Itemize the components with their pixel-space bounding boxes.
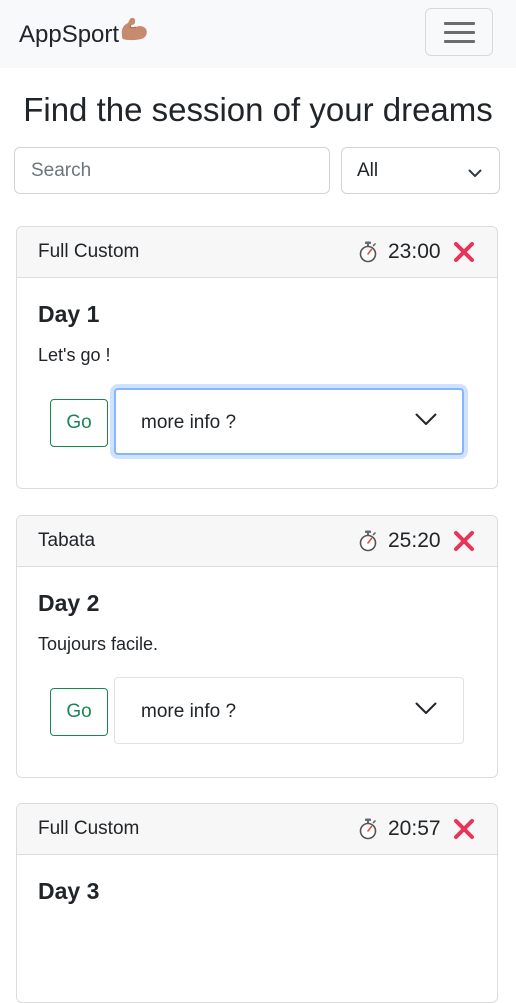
page-title: Find the session of your dreams [23, 91, 493, 128]
session-duration: 23:00 [388, 240, 441, 263]
more-info-dropdown[interactable]: more info ? [114, 677, 464, 744]
chevron-down-icon [415, 413, 437, 431]
session-description: Toujours facile. [38, 634, 159, 654]
filter-selected-value: All [357, 160, 379, 181]
stopwatch-icon [358, 818, 378, 845]
session-description: Let's go ! [38, 345, 111, 365]
session-title: Day 1 [38, 301, 100, 327]
chevron-down-icon [468, 165, 482, 183]
search-input[interactable] [14, 147, 330, 194]
brand-name: AppSport [19, 21, 120, 48]
flexed-biceps-icon [120, 17, 148, 49]
more-info-label: more info ? [141, 701, 237, 722]
session-type: Full Custom [38, 241, 140, 262]
card-header: Full Custom 20:57 [17, 804, 497, 855]
card-header: Tabata 25:20 [17, 516, 497, 567]
session-card: Tabata 25:20 Day 2 Toujours facile. Go m… [16, 515, 498, 778]
go-button[interactable]: Go [50, 688, 108, 736]
chevron-down-icon [415, 702, 437, 720]
brand-link[interactable]: AppSport [19, 17, 148, 50]
card-header: Full Custom 23:00 [17, 227, 497, 278]
more-info-dropdown[interactable]: more info ? [114, 388, 464, 455]
delete-x-icon[interactable] [453, 241, 475, 268]
session-title: Day 2 [38, 590, 100, 616]
type-filter-select[interactable]: All [341, 147, 500, 194]
delete-x-icon[interactable] [453, 530, 475, 557]
session-title: Day 3 [38, 878, 100, 904]
session-duration: 25:20 [388, 529, 441, 552]
stopwatch-icon [358, 241, 378, 268]
session-card: Full Custom 23:00 Day 1 Let's go ! Go mo… [16, 226, 498, 489]
session-type: Tabata [38, 530, 96, 551]
navbar-toggler-button[interactable] [425, 8, 493, 56]
stopwatch-icon [358, 530, 378, 557]
session-card: Full Custom 20:57 Day 3 [16, 803, 498, 1003]
session-type: Full Custom [38, 818, 140, 839]
more-info-label: more info ? [141, 412, 237, 433]
navbar: AppSport [0, 0, 516, 68]
delete-x-icon[interactable] [453, 818, 475, 845]
session-duration: 20:57 [388, 817, 441, 840]
go-button[interactable]: Go [50, 399, 108, 447]
